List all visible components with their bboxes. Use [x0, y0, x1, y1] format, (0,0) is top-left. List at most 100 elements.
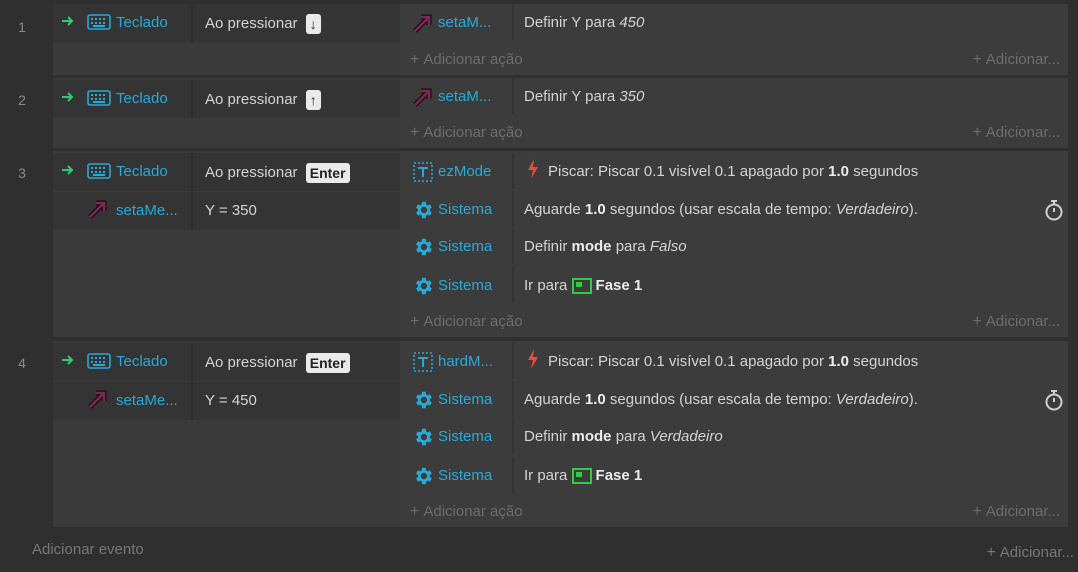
- event-1[interactable]: 1 Teclado Ao pressionar ↓ setaM... Defin…: [0, 4, 1078, 75]
- actions-panel[interactable]: setaM... Definir Y para 450 + Adicionar a…: [400, 4, 1068, 75]
- conditions-panel[interactable]: Teclado Ao pressionar ↓: [53, 4, 400, 75]
- condition-position[interactable]: setaMe... Y = 350: [53, 192, 400, 230]
- plus-icon: +: [972, 313, 982, 330]
- condition-object-name[interactable]: setaMe...: [116, 392, 178, 409]
- action-row[interactable]: setaM... Definir Y para 450: [400, 4, 1068, 40]
- actions-panel[interactable]: ezMode Piscar: Piscar 0.1 visível 0.1 ap…: [400, 151, 1068, 337]
- condition-description[interactable]: Ao pressionar Enter: [205, 353, 350, 373]
- add-more-label: Adicionar...: [985, 51, 1060, 68]
- add-action-label: Adicionar ação: [423, 51, 523, 68]
- action-row[interactable]: Sistema Definir mode para Falso: [400, 228, 1068, 264]
- gear-icon: [416, 467, 432, 485]
- action-description[interactable]: Definir mode para Verdadeiro: [524, 428, 723, 445]
- action-row[interactable]: Sistema Ir para Fase 1: [400, 457, 1068, 493]
- event-2[interactable]: 2 Teclado Ao pressionar ↑ setaM... Defin…: [0, 78, 1078, 148]
- condition-text: Ao pressionar: [205, 163, 298, 181]
- action-row[interactable]: Sistema Aguarde 1.0 segundos (usar escal…: [400, 381, 1068, 417]
- keyboard-icon: [87, 90, 111, 106]
- condition-object-name[interactable]: setaMe...: [116, 202, 178, 219]
- condition-description[interactable]: Ao pressionar Enter: [205, 163, 350, 183]
- action-text-part: Ir para: [524, 467, 572, 484]
- action-description[interactable]: Ir para Fase 1: [524, 467, 642, 485]
- action-object-name[interactable]: hardM...: [438, 353, 493, 370]
- event-number: 4: [18, 355, 26, 371]
- conditions-panel[interactable]: Teclado Ao pressionar Enter setaMe... Y …: [53, 341, 400, 527]
- action-description[interactable]: Piscar: Piscar 0.1 visível 0.1 apagado p…: [548, 353, 918, 370]
- action-row[interactable]: Sistema Ir para Fase 1: [400, 267, 1068, 303]
- action-description[interactable]: Aguarde 1.0 segundos (usar escala de tem…: [524, 391, 918, 408]
- condition-position[interactable]: setaMe... Y = 450: [53, 382, 400, 420]
- action-object-name[interactable]: Sistema: [438, 201, 492, 218]
- conditions-panel[interactable]: Teclado Ao pressionar Enter setaMe... Y …: [53, 151, 400, 337]
- condition-keyboard[interactable]: Teclado Ao pressionar ↓: [53, 4, 400, 42]
- arrow-right-icon: [62, 92, 74, 102]
- arrow-sprite-icon: [413, 88, 432, 107]
- condition-text: Ao pressionar: [205, 14, 298, 32]
- action-text-part: mode: [571, 428, 612, 445]
- action-object-name[interactable]: Sistema: [438, 467, 492, 484]
- action-row[interactable]: setaM... Definir Y para 350: [400, 78, 1068, 114]
- separator: [191, 80, 193, 118]
- actions-panel[interactable]: hardM... Piscar: Piscar 0.1 visível 0.1 …: [400, 341, 1068, 527]
- action-text-part: Falso: [649, 238, 687, 255]
- action-description[interactable]: Definir mode para Falso: [524, 238, 687, 255]
- condition-keyboard[interactable]: Teclado Ao pressionar ↑: [53, 80, 400, 118]
- add-more-button[interactable]: + Adicionar...: [972, 124, 1060, 142]
- action-object-name[interactable]: Sistema: [438, 391, 492, 408]
- keyboard-icon: [87, 14, 111, 30]
- add-action-button[interactable]: + Adicionar ação: [410, 51, 523, 69]
- action-text-part: segundos: [849, 163, 919, 180]
- action-object-name[interactable]: Sistema: [438, 428, 492, 445]
- add-more-button[interactable]: + Adicionar...: [972, 503, 1060, 521]
- action-object-name[interactable]: Sistema: [438, 277, 492, 294]
- condition-keyboard[interactable]: Teclado Ao pressionar Enter: [53, 343, 400, 381]
- add-more-label: Adicionar...: [985, 124, 1060, 141]
- add-action-button[interactable]: + Adicionar ação: [410, 124, 523, 142]
- separator: [512, 343, 514, 379]
- action-description[interactable]: Piscar: Piscar 0.1 visível 0.1 apagado p…: [548, 163, 918, 180]
- event-body: Teclado Ao pressionar ↓ setaM... Definir…: [53, 4, 1068, 75]
- action-row[interactable]: hardM... Piscar: Piscar 0.1 visível 0.1 …: [400, 343, 1068, 379]
- separator: [191, 4, 193, 42]
- plus-icon: +: [972, 51, 982, 68]
- event-number: 3: [18, 165, 26, 181]
- condition-description[interactable]: Ao pressionar ↑: [205, 90, 321, 110]
- add-event-button[interactable]: Adicionar evento: [32, 541, 144, 558]
- action-object-name[interactable]: ezMode: [438, 163, 491, 180]
- actions-panel[interactable]: setaM... Definir Y para 350 + Adicionar a…: [400, 78, 1068, 148]
- action-object-name[interactable]: setaM...: [438, 88, 491, 105]
- action-description[interactable]: Aguarde 1.0 segundos (usar escala de tem…: [524, 201, 918, 218]
- condition-object-name[interactable]: Teclado: [116, 163, 168, 180]
- event-3[interactable]: 3 Teclado Ao pressionar Enter setaMe... …: [0, 151, 1078, 337]
- action-row[interactable]: Sistema Definir mode para Verdadeiro: [400, 418, 1068, 454]
- condition-keyboard[interactable]: Teclado Ao pressionar Enter: [53, 153, 400, 191]
- arrow-right-icon: [62, 165, 74, 175]
- scene-icon: [571, 278, 592, 295]
- action-row[interactable]: Sistema Aguarde 1.0 segundos (usar escal…: [400, 191, 1068, 227]
- action-text-part: Aguarde: [524, 201, 585, 218]
- condition-description[interactable]: Y = 450: [205, 392, 257, 409]
- condition-object-name[interactable]: Teclado: [116, 353, 168, 370]
- add-more-button[interactable]: + Adicionar...: [972, 313, 1060, 331]
- action-description[interactable]: Ir para Fase 1: [524, 277, 642, 295]
- condition-description[interactable]: Ao pressionar ↓: [205, 14, 321, 34]
- separator: [191, 343, 193, 381]
- condition-description[interactable]: Y = 350: [205, 202, 257, 219]
- add-more-button[interactable]: + Adicionar...: [972, 51, 1060, 69]
- action-description[interactable]: Definir Y para 350: [524, 88, 644, 105]
- add-action-button[interactable]: + Adicionar ação: [410, 503, 523, 521]
- arrow-sprite-icon: [88, 200, 107, 219]
- action-row[interactable]: ezMode Piscar: Piscar 0.1 visível 0.1 ap…: [400, 153, 1068, 189]
- action-description[interactable]: Definir Y para 450: [524, 14, 644, 31]
- flash-icon: [528, 349, 538, 369]
- action-object-name[interactable]: Sistema: [438, 238, 492, 255]
- conditions-panel[interactable]: Teclado Ao pressionar ↑: [53, 78, 400, 148]
- condition-object-name[interactable]: Teclado: [116, 14, 168, 31]
- add-more-bottom-button[interactable]: + Adicionar...: [986, 544, 1074, 562]
- add-action-button[interactable]: + Adicionar ação: [410, 313, 523, 331]
- event-4[interactable]: 4 Teclado Ao pressionar Enter setaMe... …: [0, 341, 1078, 527]
- add-action-label: Adicionar ação: [423, 503, 523, 520]
- action-object-name[interactable]: setaM...: [438, 14, 491, 31]
- condition-object-name[interactable]: Teclado: [116, 90, 168, 107]
- condition-text: Ao pressionar: [205, 90, 298, 108]
